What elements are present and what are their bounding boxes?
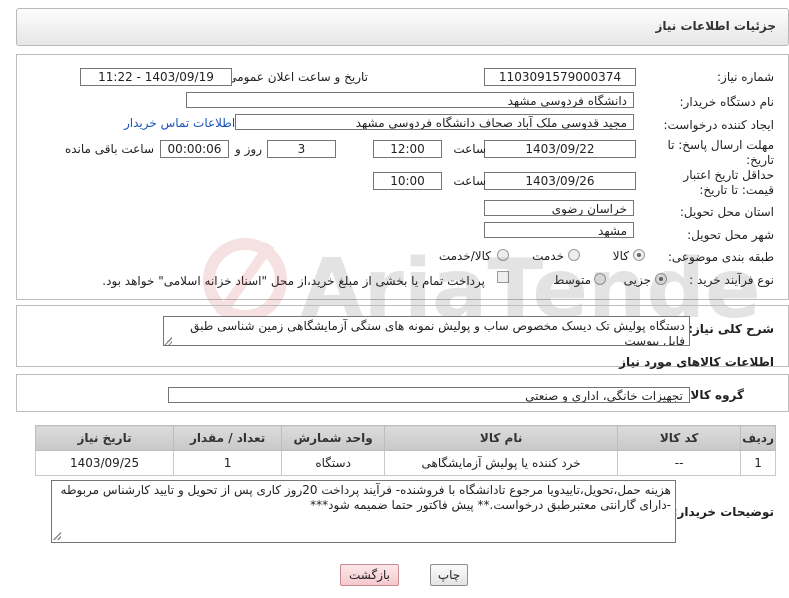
province-label: استان محل تحویل: <box>679 205 774 219</box>
cell-name: خرد کننده یا پولیش آزمایشگاهی <box>384 450 619 476</box>
buyer-notes-resize-handle[interactable] <box>53 532 61 540</box>
purchase-radio-medium[interactable] <box>594 273 606 285</box>
col-qty: تعداد / مقدار <box>173 425 283 451</box>
page-header: جزئیات اطلاعات نیاز <box>16 8 789 46</box>
category-option-service: خدمت <box>532 249 564 263</box>
cell-code: -- <box>617 450 742 476</box>
category-radio-service[interactable] <box>568 249 580 261</box>
description-field: دستگاه پولیش تک دیسک مخصوص ساب و پولیش ن… <box>163 316 690 346</box>
validity-time-label: ساعت <box>453 174 486 188</box>
creator-label: ایجاد کننده درخواست: <box>663 118 774 132</box>
city-label: شهر محل تحویل: <box>687 228 774 242</box>
goods-table-header: ردیف کد کالا نام کالا واحد شمارش تعداد /… <box>34 425 776 451</box>
page-title: جزئیات اطلاعات نیاز <box>655 19 776 33</box>
reply-deadline-label: مهلت ارسال پاسخ: تا تاریخ: <box>667 138 774 167</box>
col-name: نام کالا <box>384 425 619 451</box>
remaining-days-field: 3 <box>267 140 336 158</box>
validity-date-field: 1403/09/26 <box>484 172 636 190</box>
city-field: مشهد <box>484 222 634 238</box>
buyer-field: دانشگاه فردوسي مشهد <box>186 92 634 108</box>
col-code: کد کالا <box>617 425 742 451</box>
goods-group-field: تجهیزات خانگی، اداری و صنعتی <box>168 387 690 403</box>
goods-section-title: اطلاعات کالاهای مورد نیاز <box>619 355 774 369</box>
back-button[interactable]: بازگشت <box>340 564 399 586</box>
buyer-contact-link[interactable]: اطلاعات تماس خریدار <box>124 116 235 130</box>
purchase-option-minor: جزیی <box>623 273 651 287</box>
days-label: روز و <box>235 142 262 156</box>
category-option-goods: کالا <box>612 249 629 263</box>
category-option-both: کالا/خدمت <box>438 249 491 263</box>
creator-field: مجید قدوسی ملک آباد صحاف دانشگاه فردوسي … <box>235 114 634 130</box>
need-number-label: شماره نیاز: <box>717 70 774 84</box>
remaining-label: ساعت باقی مانده <box>64 142 154 156</box>
buyer-notes-label: توضیحات خریدار: <box>672 505 774 519</box>
category-radio-goods[interactable] <box>633 249 645 261</box>
announce-label: تاریخ و ساعت اعلان عمومی: <box>223 70 368 84</box>
col-date: تاریخ نیاز <box>34 425 175 451</box>
reply-time-label: ساعت <box>453 142 486 156</box>
description-resize-handle[interactable] <box>164 337 172 345</box>
cell-unit: دستگاه <box>281 450 386 476</box>
goods-table: ردیف کد کالا نام کالا واحد شمارش تعداد /… <box>34 425 776 476</box>
buyer-label: نام دستگاه خریدار: <box>679 95 775 109</box>
buyer-notes-field: هزینه حمل،تحویل،تاییدویا مرجوع تادانشگاه… <box>51 480 676 543</box>
category-label: طبقه بندی موضوعی: <box>667 250 774 264</box>
cell-date: 1403/09/25 <box>34 450 175 476</box>
treasury-note: پرداخت تمام یا بخشی از مبلغ خرید،از محل … <box>102 274 485 288</box>
reply-time-field: 12:00 <box>373 140 442 158</box>
cell-qty: 1 <box>173 450 283 476</box>
description-label: شرح کلی نیاز: <box>688 322 774 336</box>
category-radio-both[interactable] <box>497 249 509 261</box>
validity-time-field: 10:00 <box>373 172 442 190</box>
province-field: خراسان رضوی <box>484 200 634 216</box>
remaining-time-field: 00:00:06 <box>160 140 229 158</box>
purchase-radio-minor[interactable] <box>655 273 667 285</box>
col-row: ردیف <box>740 425 776 451</box>
need-number-field: 1103091579000374 <box>484 68 636 86</box>
purchase-option-medium: متوسط <box>553 273 591 287</box>
purchase-type-label: نوع فرآیند خرید : <box>689 273 774 287</box>
cell-row: 1 <box>740 450 776 476</box>
goods-group-label: گروه کالا: <box>685 388 744 402</box>
validity-label: حداقل تاریخ اعتبار قیمت: تا تاریخ: <box>683 168 774 197</box>
treasury-checkbox[interactable] <box>497 271 509 283</box>
reply-date-field: 1403/09/22 <box>484 140 636 158</box>
table-row: 1 -- خرد کننده یا پولیش آزمایشگاهی دستگا… <box>34 450 776 476</box>
print-button[interactable]: چاپ <box>430 564 468 586</box>
announce-field: 1403/09/19 - 11:22 <box>80 68 232 86</box>
col-unit: واحد شمارش <box>281 425 386 451</box>
